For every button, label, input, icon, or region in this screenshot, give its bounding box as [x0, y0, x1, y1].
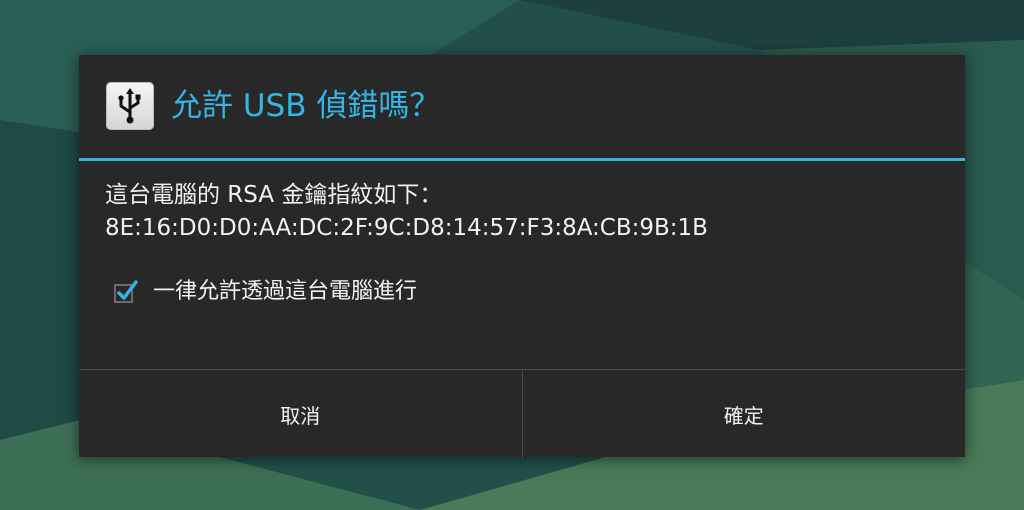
title-divider: [79, 158, 965, 161]
usb-icon: [106, 82, 154, 130]
always-allow-checkbox[interactable]: [113, 279, 139, 305]
rsa-fingerprint: 8E:16:D0:D0:AA:DC:2F:9C:D8:14:57:F3:8A:C…: [105, 215, 708, 241]
always-allow-label: 一律允許透過這台電腦進行: [153, 279, 418, 304]
message-line-1: 這台電腦的 RSA 金鑰指紋如下：: [105, 182, 443, 208]
checkmark-icon: [114, 280, 138, 303]
dialog-title-bar: 允許 USB 偵錯嗎？: [79, 55, 965, 158]
ok-button[interactable]: 確定: [523, 370, 966, 458]
dialog-title: 允許 USB 偵錯嗎？: [171, 88, 441, 124]
usb-debugging-dialog: 允許 USB 偵錯嗎？ 這台電腦的 RSA 金鑰指紋如下： 8E:16:D0:D…: [79, 55, 965, 458]
always-allow-checkbox-row[interactable]: 一律允許透過這台電腦進行: [113, 275, 417, 309]
dialog-button-bar: 取消 確定: [79, 369, 965, 458]
cancel-button[interactable]: 取消: [79, 370, 522, 458]
dialog-message: 這台電腦的 RSA 金鑰指紋如下： 8E:16:D0:D0:AA:DC:2F:9…: [105, 179, 708, 245]
